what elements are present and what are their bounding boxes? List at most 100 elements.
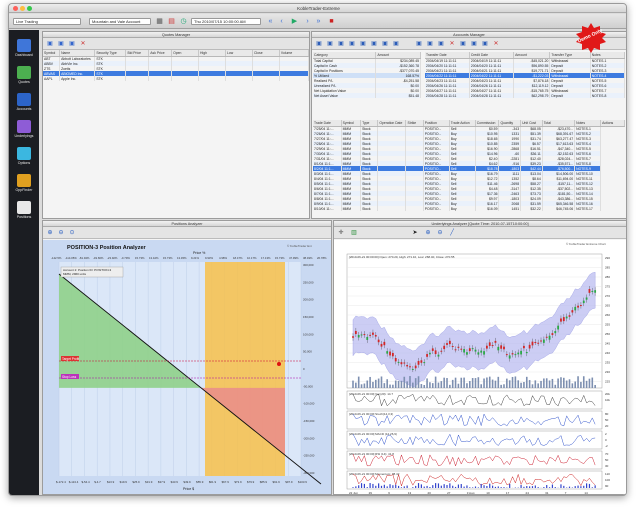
play-icon[interactable]: ▶ [290, 17, 299, 26]
minimize-window-button[interactable] [20, 6, 25, 11]
calculator-icon[interactable]: ▦ [155, 17, 164, 26]
stop-icon[interactable]: ■ [327, 17, 336, 26]
candle [354, 330, 357, 335]
close-window-button[interactable] [13, 6, 18, 11]
sidebar-item-label: Positions [16, 215, 32, 219]
table-row[interactable]: AAPL Apple Inc. STK [43, 76, 309, 81]
candle [377, 339, 380, 343]
candle [488, 342, 491, 346]
account-select[interactable]: Mountain and Vale Account [89, 18, 151, 25]
add-row-icon[interactable]: ▣ [459, 40, 467, 48]
table-cell [198, 76, 226, 81]
candle [406, 364, 409, 367]
quotes-table: Symbol Name Security Type Bid Price Ask Pric… [43, 50, 309, 81]
sidebar-item-dashboard[interactable]: Dashboard [11, 38, 37, 60]
table-row[interactable]: 8/10/04 11:... MMM Stock POSITIO... Buy $16.0… [313, 206, 625, 211]
candle [383, 341, 386, 346]
volume-bar [514, 376, 517, 388]
table-cell: Buy [449, 206, 476, 211]
delete-row-icon[interactable]: ✕ [492, 40, 500, 48]
histogram-bar [389, 484, 391, 488]
edit-row-icon[interactable]: ▣ [470, 40, 478, 48]
table-row[interactable]: Net Asset Value $51.48 [313, 93, 421, 98]
layout-icon[interactable]: ▣ [392, 40, 400, 48]
candle [471, 348, 474, 350]
next-button[interactable]: › [303, 17, 312, 26]
candle [417, 360, 420, 365]
histogram-bar [369, 483, 371, 488]
histogram-bar [366, 487, 368, 488]
histogram-bar [474, 486, 477, 488]
last-button[interactable]: » [314, 17, 323, 26]
candle [454, 349, 457, 351]
indicators-icon[interactable]: ▥ [350, 229, 358, 237]
columns-icon[interactable]: ▣ [381, 40, 389, 48]
calendar-icon[interactable]: ▤ [167, 17, 176, 26]
zoom-window-button[interactable] [27, 6, 32, 11]
reset-zoom-icon[interactable]: ⊙ [68, 229, 76, 237]
sidebar-item-positions[interactable]: Positions [11, 200, 37, 222]
histogram-bar [378, 483, 380, 488]
table-row[interactable]: 2004/04/28 11:11:11 2004/04/28 11:11:11 $6… [425, 93, 626, 98]
pointer-icon[interactable]: ➤ [411, 229, 419, 237]
mode-select[interactable]: Live Trading [13, 18, 81, 25]
accounts-grid-icon[interactable]: ▣ [315, 40, 323, 48]
draw-line-icon[interactable]: ╱ [448, 229, 456, 237]
volume-bar [554, 384, 557, 388]
candle [397, 361, 400, 363]
volume-bar [409, 376, 411, 388]
volume-bar [557, 378, 559, 388]
table-cell: $16.09 [475, 206, 500, 211]
main-toolbar: Live Trading Mountain and Vale Account ▦… [9, 14, 626, 29]
zoom-in-icon[interactable]: ⊕ [46, 229, 54, 237]
underlyings-chart[interactable]: © KobleTrader Extreme Chart 290 285 280 275 2… [334, 240, 626, 495]
histogram-bar [426, 485, 428, 488]
histogram-bar [594, 485, 596, 488]
sidebar-item-quotes[interactable]: Quotes [11, 65, 37, 87]
histogram-bar [580, 486, 582, 488]
columns-icon[interactable]: ▣ [370, 40, 378, 48]
sidebar-item-options[interactable]: Options [11, 146, 37, 168]
candle [480, 350, 483, 353]
previous-button[interactable]: ‹ [277, 17, 286, 26]
datetime-field[interactable]: Thu 2010/07/15 10:00:00 AM [191, 18, 261, 25]
volume-bar [497, 376, 500, 388]
histogram-bar [586, 483, 588, 488]
clock-icon[interactable]: ◷ [179, 17, 188, 26]
first-button[interactable]: « [266, 17, 275, 26]
clipboard-icon[interactable]: ▣ [359, 40, 367, 48]
zoom-out-icon[interactable]: ⊖ [436, 229, 444, 237]
copy-quote-icon[interactable]: ▣ [68, 40, 76, 48]
sidebar-item-oppfinder[interactable]: OppFinder [11, 173, 37, 195]
histogram-bar [412, 487, 414, 488]
candle [531, 341, 534, 346]
table-icon[interactable]: ▣ [348, 40, 356, 48]
table-cell: NOTES-17 [574, 206, 602, 211]
copy-icon[interactable]: ▣ [437, 40, 445, 48]
delete-icon[interactable]: ✕ [448, 40, 456, 48]
zoom-out-icon[interactable]: ⊖ [57, 229, 65, 237]
table-cell: MMM [341, 206, 362, 211]
pct-tick-label: 26.78% [317, 256, 327, 260]
zoom-in-icon[interactable]: ⊕ [424, 229, 432, 237]
copy-row-icon[interactable]: ▣ [481, 40, 489, 48]
add-icon[interactable]: ▣ [415, 40, 423, 48]
sidebar-item-accounts[interactable]: Accounts [11, 92, 37, 114]
list-icon[interactable]: ▣ [337, 40, 345, 48]
volume-bar [386, 379, 388, 388]
transfers-area: Transfer Date Credit Date Amount Transfer T… [425, 52, 626, 98]
table-cell: Abbott Laboratories [59, 56, 96, 61]
column-header[interactable]: Actions [600, 120, 625, 127]
x-tick-label: $103.9 [298, 480, 307, 484]
positions-analyzer-panel: Positions Analyzer ⊕ ⊖ ⊙ Target Profit St… [42, 220, 332, 495]
add-quote-icon[interactable]: ▣ [46, 40, 54, 48]
chart-icon[interactable]: ▣ [326, 40, 334, 48]
edit-quote-icon[interactable]: ▣ [57, 40, 65, 48]
position-analyzer-chart[interactable]: Target Profit Stop Loss POSITION-3 Positio… [43, 240, 331, 495]
delete-quote-icon[interactable]: ✕ [79, 40, 87, 48]
pct-tick-label: 15.73% [135, 256, 145, 260]
volume-bar [474, 378, 477, 388]
sidebar-item-underlyings[interactable]: Underlyings [11, 119, 37, 141]
crosshair-icon[interactable]: ✛ [337, 229, 345, 237]
edit-icon[interactable]: ▣ [426, 40, 434, 48]
